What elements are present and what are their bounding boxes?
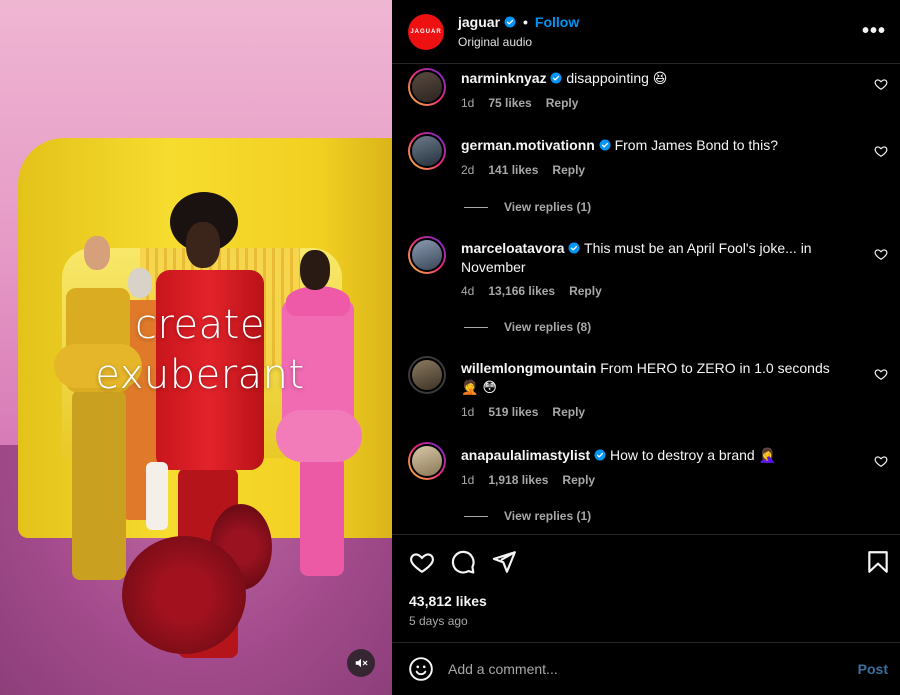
model-red-head bbox=[186, 222, 220, 268]
heart-icon[interactable] bbox=[874, 247, 888, 261]
model-yellow-head bbox=[84, 236, 110, 270]
jaguar-avatar[interactable]: JAGUAR bbox=[408, 14, 444, 50]
overlay-line-1: create bbox=[135, 302, 265, 348]
comment-username[interactable]: anapaulalimastylist bbox=[461, 447, 590, 463]
post-header: JAGUAR jaguar • Follow Original audio ••… bbox=[392, 0, 900, 64]
replies-divider bbox=[464, 326, 488, 328]
comment-body: narminknyaz disappointing 😆 bbox=[461, 69, 831, 88]
comment-time[interactable]: 1d bbox=[461, 405, 474, 419]
comment-meta: 2d 141 likes Reply bbox=[461, 163, 585, 177]
comment-body: marceloatavora This must be an April Foo… bbox=[461, 239, 831, 277]
comment-likes[interactable]: 1,918 likes bbox=[488, 473, 548, 487]
header-user-row: jaguar • Follow bbox=[458, 14, 579, 30]
comment-likes[interactable]: 13,166 likes bbox=[488, 284, 555, 298]
comments-list: narminknyaz disappointing 😆 1d 75 likes … bbox=[392, 64, 900, 534]
mute-button[interactable] bbox=[347, 649, 375, 677]
comment-body: anapaulalimastylist How to destroy a bra… bbox=[461, 446, 831, 465]
comment-time[interactable]: 4d bbox=[461, 284, 474, 298]
model-pink-skirt bbox=[276, 410, 362, 462]
more-options-button[interactable]: ••• bbox=[862, 20, 886, 43]
emoji-icon[interactable] bbox=[408, 656, 434, 682]
view-replies-button[interactable]: View replies (8) bbox=[464, 320, 591, 334]
likes-count[interactable]: 43,812 likes bbox=[409, 593, 487, 609]
follow-button[interactable]: Follow bbox=[535, 14, 579, 30]
comment-likes[interactable]: 75 likes bbox=[488, 96, 531, 110]
comment-likes[interactable]: 141 likes bbox=[488, 163, 538, 177]
verified-badge-icon bbox=[599, 139, 611, 151]
comment-username[interactable]: german.motivationn bbox=[461, 137, 595, 153]
header-username[interactable]: jaguar bbox=[458, 14, 500, 30]
comment-username[interactable]: narminknyaz bbox=[461, 70, 547, 86]
heart-icon[interactable] bbox=[874, 454, 888, 468]
view-replies-button[interactable]: View replies (1) bbox=[464, 200, 591, 214]
view-replies-label: View replies (1) bbox=[504, 509, 592, 523]
replies-divider bbox=[464, 515, 488, 517]
comment-avatar[interactable] bbox=[408, 442, 446, 480]
reply-button[interactable]: Reply bbox=[552, 163, 585, 177]
comment-avatar[interactable] bbox=[408, 236, 446, 274]
reel-video[interactable]: create exuberant bbox=[0, 0, 392, 695]
view-replies-label: View replies (8) bbox=[504, 320, 592, 334]
bookmark-icon[interactable] bbox=[865, 549, 891, 575]
model-red-fur-skirt bbox=[122, 536, 246, 654]
comment-meta: 1d 1,918 likes Reply bbox=[461, 473, 595, 487]
original-audio-link[interactable]: Original audio bbox=[458, 35, 532, 49]
comment-username[interactable]: willemlongmountain bbox=[461, 360, 596, 376]
reply-button[interactable]: Reply bbox=[562, 473, 595, 487]
reply-button[interactable]: Reply bbox=[552, 405, 585, 419]
comment-time[interactable]: 1d bbox=[461, 473, 474, 487]
replies-divider bbox=[464, 206, 488, 208]
verified-badge-icon bbox=[550, 72, 562, 84]
comment-username[interactable]: marceloatavora bbox=[461, 240, 565, 256]
add-comment-bar: Post bbox=[392, 642, 900, 695]
model-orange-head bbox=[128, 268, 152, 298]
posted-time[interactable]: 5 days ago bbox=[409, 614, 468, 628]
comment-body: german.motivationn From James Bond to th… bbox=[461, 136, 831, 155]
comment-time[interactable]: 1d bbox=[461, 96, 474, 110]
model-yellow-legs bbox=[72, 390, 126, 580]
comment-meta: 1d 519 likes Reply bbox=[461, 405, 585, 419]
comment-avatar[interactable] bbox=[408, 356, 446, 394]
speaker-muted-icon bbox=[355, 658, 368, 668]
comment-likes[interactable]: 519 likes bbox=[488, 405, 538, 419]
comment-meta: 4d 13,166 likes Reply bbox=[461, 284, 602, 298]
model-pink-head bbox=[300, 250, 330, 290]
comment-text: How to destroy a brand 🤦‍♀️ bbox=[609, 447, 777, 463]
comment-time[interactable]: 2d bbox=[461, 163, 474, 177]
verified-badge-icon bbox=[568, 242, 580, 254]
comment-avatar[interactable] bbox=[408, 68, 446, 106]
view-replies-label: View replies (1) bbox=[504, 200, 592, 214]
comment-text: disappointing 😆 bbox=[566, 70, 668, 86]
view-replies-button[interactable]: View replies (1) bbox=[464, 509, 591, 523]
comment-text: From James Bond to this? bbox=[614, 137, 778, 153]
avatar-logo-text: JAGUAR bbox=[410, 29, 442, 35]
comment-input[interactable] bbox=[448, 656, 838, 682]
comment-bubble-icon[interactable] bbox=[450, 549, 476, 575]
heart-icon[interactable] bbox=[874, 367, 888, 381]
model-red-bag bbox=[146, 462, 168, 530]
separator-dot: • bbox=[523, 14, 528, 30]
reply-button[interactable]: Reply bbox=[546, 96, 579, 110]
post-side-panel: JAGUAR jaguar • Follow Original audio ••… bbox=[392, 0, 900, 695]
reply-button[interactable]: Reply bbox=[569, 284, 602, 298]
verified-badge-icon bbox=[594, 449, 606, 461]
video-overlay-text: create exuberant bbox=[80, 300, 320, 400]
post-actions: 43,812 likes 5 days ago bbox=[392, 534, 900, 642]
overlay-line-2: exuberant bbox=[95, 352, 305, 398]
comment-body: willemlongmountain From HERO to ZERO in … bbox=[461, 359, 831, 397]
post-button[interactable]: Post bbox=[858, 661, 888, 677]
heart-icon[interactable] bbox=[874, 77, 888, 91]
comment-avatar[interactable] bbox=[408, 132, 446, 170]
verified-badge-icon bbox=[504, 16, 516, 28]
comment-meta: 1d 75 likes Reply bbox=[461, 96, 578, 110]
heart-icon[interactable] bbox=[874, 144, 888, 158]
model-pink-legs bbox=[300, 456, 344, 576]
share-paper-plane-icon[interactable] bbox=[491, 549, 517, 575]
heart-icon[interactable] bbox=[409, 549, 435, 575]
